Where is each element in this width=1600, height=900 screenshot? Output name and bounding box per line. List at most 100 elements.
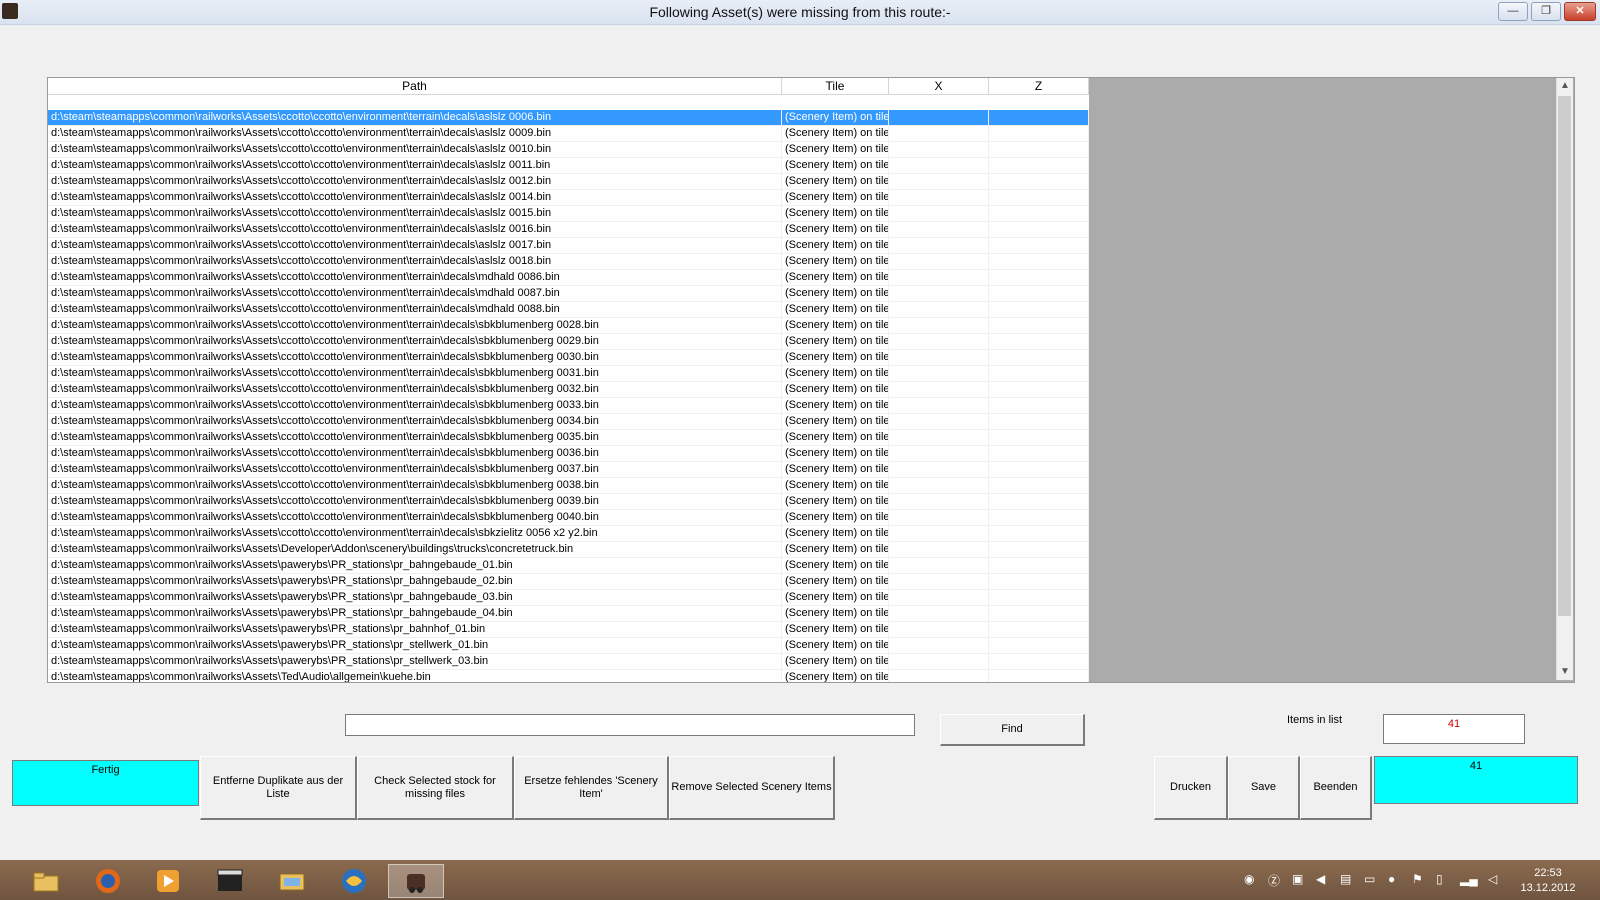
cell-z	[989, 606, 1089, 622]
table-row[interactable]: d:\steam\steamapps\common\railworks\Asse…	[48, 510, 1089, 526]
restore-button[interactable]: ❐	[1531, 2, 1561, 21]
cell-x	[889, 382, 989, 398]
table-row[interactable]: d:\steam\steamapps\common\railworks\Asse…	[48, 574, 1089, 590]
column-header-path[interactable]: Path	[48, 78, 782, 94]
minimize-button[interactable]: —	[1498, 2, 1528, 21]
cell-tile: (Scenery Item) on tile	[782, 606, 889, 622]
steam-icon[interactable]: ◉	[1244, 872, 1254, 888]
table-row[interactable]: d:\steam\steamapps\common\railworks\Asse…	[48, 366, 1089, 382]
train-app-icon[interactable]	[388, 864, 444, 898]
table-row[interactable]: d:\steam\steamapps\common\railworks\Asse…	[48, 430, 1089, 446]
table-row[interactable]: d:\steam\steamapps\common\railworks\Asse…	[48, 654, 1089, 670]
z-icon[interactable]: Ⓩ	[1268, 872, 1280, 888]
remove-duplicates-button[interactable]: Entferne Duplikate aus der Liste	[200, 756, 357, 820]
cell-tile: (Scenery Item) on tile	[782, 206, 889, 222]
cell-z	[989, 158, 1089, 174]
battery-icon[interactable]: ▯	[1436, 872, 1443, 888]
cell-z	[989, 206, 1089, 222]
display-icon[interactable]: ▭	[1364, 872, 1375, 888]
scroll-thumb[interactable]	[1558, 96, 1571, 616]
table-row[interactable]: d:\steam\steamapps\common\railworks\Asse…	[48, 142, 1089, 158]
cell-tile: (Scenery Item) on tile	[782, 270, 889, 286]
table-row[interactable]: d:\steam\steamapps\common\railworks\Asse…	[48, 302, 1089, 318]
globe-app-icon[interactable]	[326, 864, 382, 898]
table-row[interactable]: d:\steam\steamapps\common\railworks\Asse…	[48, 238, 1089, 254]
table-row[interactable]: d:\steam\steamapps\common\railworks\Asse…	[48, 622, 1089, 638]
cell-path: d:\steam\steamapps\common\railworks\Asse…	[48, 110, 782, 126]
table-row[interactable]: d:\steam\steamapps\common\railworks\Asse…	[48, 350, 1089, 366]
speaker-icon[interactable]: ◀	[1316, 872, 1325, 888]
table-row[interactable]: d:\steam\steamapps\common\railworks\Asse…	[48, 174, 1089, 190]
cell-x	[889, 238, 989, 254]
table-row[interactable]: d:\steam\steamapps\common\railworks\Asse…	[48, 478, 1089, 494]
table-row[interactable]: d:\steam\steamapps\common\railworks\Asse…	[48, 222, 1089, 238]
cell-path: d:\steam\steamapps\common\railworks\Asse…	[48, 158, 782, 174]
table-row[interactable]: d:\steam\steamapps\common\railworks\Asse…	[48, 462, 1089, 478]
table-row[interactable]: d:\steam\steamapps\common\railworks\Asse…	[48, 526, 1089, 542]
system-clock[interactable]: 22:53 13.12.2012	[1518, 866, 1578, 896]
column-header-z[interactable]: Z	[989, 78, 1089, 94]
column-header-x[interactable]: X	[889, 78, 989, 94]
column-header-tile[interactable]: Tile	[782, 78, 889, 94]
film-icon[interactable]	[202, 864, 258, 898]
table-row[interactable]: d:\steam\steamapps\common\railworks\Asse…	[48, 398, 1089, 414]
table-row[interactable]: d:\steam\steamapps\common\railworks\Asse…	[48, 126, 1089, 142]
update-icon[interactable]: ●	[1388, 872, 1395, 888]
cell-z	[989, 494, 1089, 510]
signal-icon[interactable]: ▂▄	[1460, 872, 1478, 888]
table-row[interactable]: d:\steam\steamapps\common\railworks\Asse…	[48, 158, 1089, 174]
table-row[interactable]: d:\steam\steamapps\common\railworks\Asse…	[48, 494, 1089, 510]
find-button[interactable]: Find	[940, 714, 1085, 746]
print-button[interactable]: Drucken	[1154, 756, 1228, 820]
table-row[interactable]: d:\steam\steamapps\common\railworks\Asse…	[48, 206, 1089, 222]
remove-selected-button[interactable]: Remove Selected Scenery Items	[669, 756, 835, 820]
table-row[interactable]: d:\steam\steamapps\common\railworks\Asse…	[48, 542, 1089, 558]
save-button[interactable]: Save	[1228, 756, 1300, 820]
cell-path: d:\steam\steamapps\common\railworks\Asse…	[48, 302, 782, 318]
table-row[interactable]: d:\steam\steamapps\common\railworks\Asse…	[48, 638, 1089, 654]
table-row[interactable]: d:\steam\steamapps\common\railworks\Asse…	[48, 270, 1089, 286]
network-icon[interactable]: ▣	[1292, 872, 1303, 888]
quit-button[interactable]: Beenden	[1300, 756, 1372, 820]
table-row[interactable]: d:\steam\steamapps\common\railworks\Asse…	[48, 190, 1089, 206]
media-player-icon[interactable]	[140, 864, 196, 898]
cell-path: d:\steam\steamapps\common\railworks\Asse…	[48, 526, 782, 542]
table-row[interactable]: d:\steam\steamapps\common\railworks\Asse…	[48, 606, 1089, 622]
replace-missing-button[interactable]: Ersetze fehlendes 'Scenery Item'	[514, 756, 669, 820]
cell-path: d:\steam\steamapps\common\railworks\Asse…	[48, 318, 782, 334]
table-row[interactable]: d:\steam\steamapps\common\railworks\Asse…	[48, 382, 1089, 398]
table-row[interactable]: d:\steam\steamapps\common\railworks\Asse…	[48, 318, 1089, 334]
cell-z	[989, 350, 1089, 366]
missing-assets-list[interactable]: Path Tile X Z d:\steam\steamapps\common\…	[47, 77, 1575, 683]
table-row[interactable]: d:\steam\steamapps\common\railworks\Asse…	[48, 590, 1089, 606]
cell-z	[989, 382, 1089, 398]
table-row[interactable]: d:\steam\steamapps\common\railworks\Asse…	[48, 334, 1089, 350]
table-row[interactable]: d:\steam\steamapps\common\railworks\Asse…	[48, 254, 1089, 270]
cell-path: d:\steam\steamapps\common\railworks\Asse…	[48, 254, 782, 270]
table-row[interactable]: d:\steam\steamapps\common\railworks\Asse…	[48, 558, 1089, 574]
scroll-down-icon[interactable]: ▼	[1557, 664, 1573, 680]
explorer-icon[interactable]	[264, 864, 320, 898]
vertical-scrollbar[interactable]: ▲ ▼	[1556, 78, 1573, 680]
cell-path: d:\steam\steamapps\common\railworks\Asse…	[48, 334, 782, 350]
cell-path: d:\steam\steamapps\common\railworks\Asse…	[48, 430, 782, 446]
table-row[interactable]: d:\steam\steamapps\common\railworks\Asse…	[48, 414, 1089, 430]
folder-icon[interactable]	[18, 864, 74, 898]
volume-icon[interactable]: ◁	[1488, 872, 1497, 888]
printer-icon[interactable]: ▤	[1340, 872, 1351, 888]
table-row[interactable]: d:\steam\steamapps\common\railworks\Asse…	[48, 446, 1089, 462]
flag-icon[interactable]: ⚑	[1412, 872, 1423, 888]
check-stock-button[interactable]: Check Selected stock for missing files	[357, 756, 514, 820]
close-button[interactable]: ✕	[1564, 2, 1596, 21]
table-row[interactable]: d:\steam\steamapps\common\railworks\Asse…	[48, 286, 1089, 302]
find-input[interactable]	[345, 714, 915, 736]
cell-tile: (Scenery Item) on tile	[782, 334, 889, 350]
scroll-up-icon[interactable]: ▲	[1557, 78, 1573, 94]
table-row[interactable]: d:\steam\steamapps\common\railworks\Asse…	[48, 110, 1089, 126]
cell-path: d:\steam\steamapps\common\railworks\Asse…	[48, 622, 782, 638]
cell-z	[989, 238, 1089, 254]
cell-tile: (Scenery Item) on tile	[782, 574, 889, 590]
table-row[interactable]: d:\steam\steamapps\common\railworks\Asse…	[48, 670, 1089, 682]
firefox-icon[interactable]	[80, 864, 136, 898]
title-bar: Following Asset(s) were missing from thi…	[0, 0, 1600, 25]
